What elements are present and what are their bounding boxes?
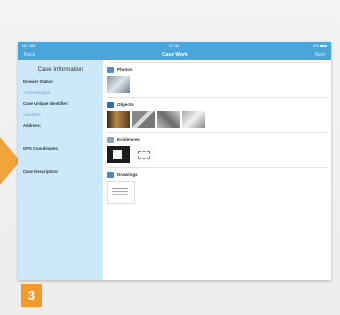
evidences-title: Evidences [117,137,140,142]
nav-bar: Back Case Work Next [18,49,331,60]
evidence-icon [107,136,114,143]
objects-title: Objects [117,102,134,107]
case-id-label: Case Unique Identifier: [23,101,69,106]
case-info-sidebar: Case Information Dossier Status: Acknowl… [18,60,103,280]
object-thumbnail[interactable] [132,111,155,128]
evidence-thumbnail[interactable] [132,146,155,163]
clock: 07:46 [169,43,180,48]
object-thumbnail[interactable] [107,111,130,128]
case-id-value[interactable]: casetest7 [23,112,98,117]
drawing-thumbnail[interactable] [107,181,135,204]
photo-icon [107,66,114,73]
drawing-icon [107,171,114,178]
pointer-arrow-icon [0,137,20,185]
evidence-thumbnail[interactable] [107,146,130,163]
dossier-status-value[interactable]: Acknowledged [23,90,98,95]
drawings-title: Drawings [117,172,138,177]
sidebar-title: Case Information [37,67,84,73]
photo-thumbnail[interactable] [107,76,130,93]
tablet-screen: No SIM 07:46 5% ■■■ Back Case Work Next … [18,42,331,280]
case-work-main: Photos Objects Evidences Drawings [103,60,331,280]
case-description-label: Case Description: [23,169,59,174]
battery-indicator: 5% ■■■ [312,43,327,48]
page-title: Case Work [162,51,188,58]
objects-header: Objects [107,100,327,109]
photos-header: Photos [107,65,327,74]
drawings-header: Drawings [107,170,327,179]
photos-title: Photos [117,67,133,72]
status-bar: No SIM 07:46 5% ■■■ [18,42,331,49]
carrier-label: No SIM [22,43,36,48]
objects-icon [107,101,114,108]
object-thumbnail[interactable] [157,111,180,128]
next-button[interactable]: Next [315,52,325,58]
objects-section: Objects [107,97,327,128]
drawings-section: Drawings [107,167,327,204]
dossier-status-label: Dossier Status: [23,79,54,84]
back-button[interactable]: Back [24,52,35,58]
evidences-header: Evidences [107,135,327,144]
object-thumbnail[interactable] [182,111,205,128]
step-badge: 3 [21,284,42,307]
photos-section: Photos [107,62,327,93]
evidences-section: Evidences [107,132,327,163]
